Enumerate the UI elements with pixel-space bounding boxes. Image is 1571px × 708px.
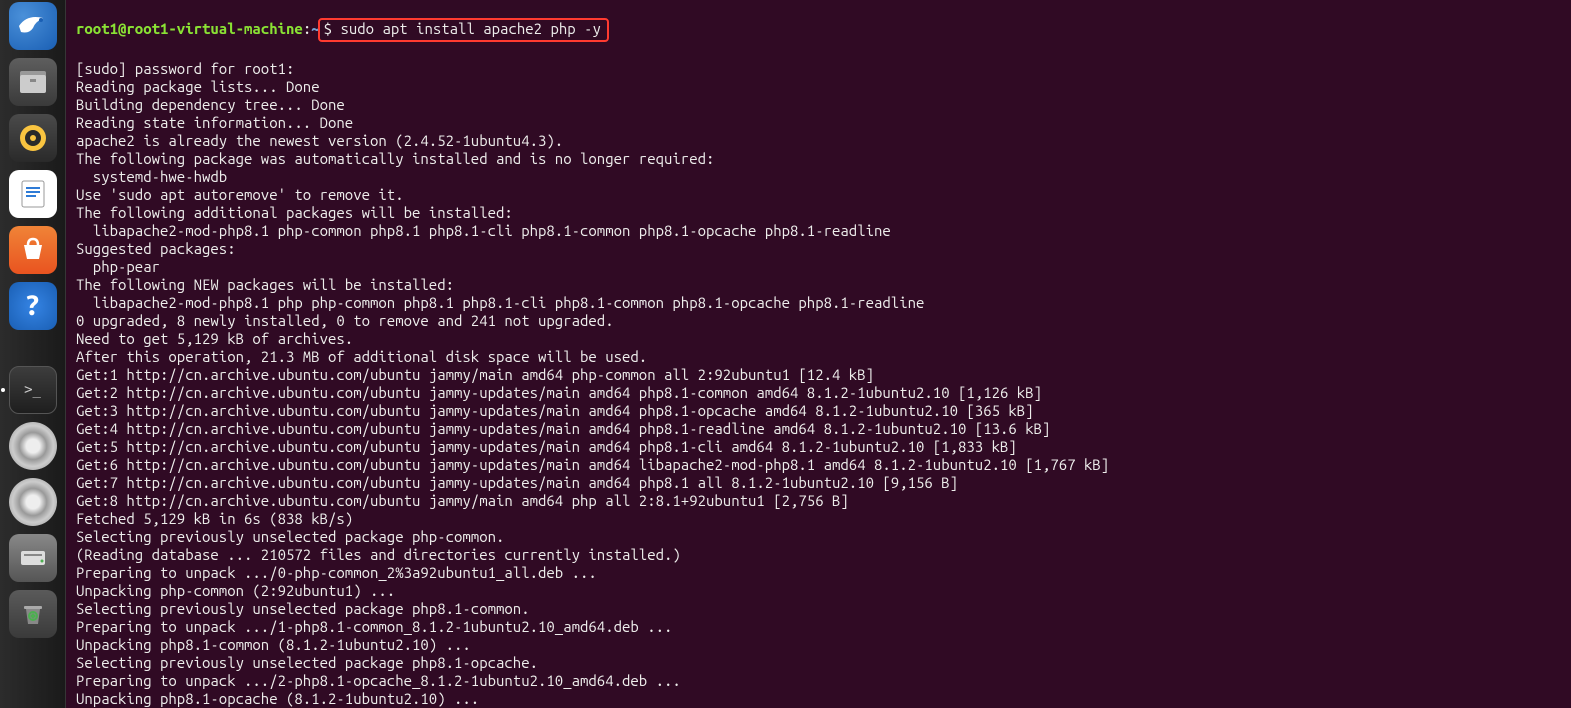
output-line: Get:4 http://cn.archive.ubuntu.com/ubunt… — [76, 420, 1571, 438]
output-line: (Reading database ... 210572 files and d… — [76, 546, 1571, 564]
output-line: [sudo] password for root1: — [76, 60, 1571, 78]
output-line: Get:8 http://cn.archive.ubuntu.com/ubunt… — [76, 492, 1571, 510]
help-icon[interactable]: ? — [9, 282, 57, 330]
output-line: Selecting previously unselected package … — [76, 528, 1571, 546]
output-line: Get:3 http://cn.archive.ubuntu.com/ubunt… — [76, 402, 1571, 420]
prompt-symbol: $ — [324, 20, 332, 37]
output-line: The following NEW packages will be insta… — [76, 276, 1571, 294]
output-line: The following additional packages will b… — [76, 204, 1571, 222]
output-line: After this operation, 21.3 MB of additio… — [76, 348, 1571, 366]
ubuntu-launcher: ? >_ — [0, 0, 66, 708]
terminal-launcher-icon[interactable]: >_ — [9, 366, 57, 414]
output-line: Need to get 5,129 kB of archives. — [76, 330, 1571, 348]
output-line: Preparing to unpack .../0-php-common_2%3… — [76, 564, 1571, 582]
output-line: libapache2-mod-php8.1 php php-common php… — [76, 294, 1571, 312]
terminal-window[interactable]: root1@root1-virtual-machine:~$ sudo apt … — [66, 0, 1571, 708]
files-icon[interactable] — [9, 58, 57, 106]
output-line: Selecting previously unselected package … — [76, 654, 1571, 672]
command-text: sudo apt install apache2 php -y — [340, 20, 600, 37]
output-line: Get:1 http://cn.archive.ubuntu.com/ubunt… — [76, 366, 1571, 384]
thunderbird-icon[interactable] — [9, 2, 57, 50]
output-line: The following package was automatically … — [76, 150, 1571, 168]
ubuntu-software-icon[interactable] — [9, 226, 57, 274]
command-highlight-box: $ sudo apt install apache2 php -y — [318, 18, 609, 42]
output-line: Use 'sudo apt autoremove' to remove it. — [76, 186, 1571, 204]
output-line: Get:6 http://cn.archive.ubuntu.com/ubunt… — [76, 456, 1571, 474]
output-line: Get:5 http://cn.archive.ubuntu.com/ubunt… — [76, 438, 1571, 456]
output-line: Reading package lists... Done — [76, 78, 1571, 96]
output-line: systemd-hwe-hwdb — [76, 168, 1571, 186]
prompt-separator: : — [303, 20, 311, 37]
terminal-glyph-icon: >_ — [24, 381, 41, 399]
rhythmbox-icon[interactable] — [9, 114, 57, 162]
output-line: Fetched 5,129 kB in 6s (838 kB/s) — [76, 510, 1571, 528]
output-line: Unpacking php-common (2:92ubuntu1) ... — [76, 582, 1571, 600]
output-line: Reading state information... Done — [76, 114, 1571, 132]
output-line: php-pear — [76, 258, 1571, 276]
output-line: libapache2-mod-php8.1 php-common php8.1 … — [76, 222, 1571, 240]
prompt-line: root1@root1-virtual-machine:~$ sudo apt … — [76, 18, 1571, 42]
output-line: Preparing to unpack .../2-php8.1-opcache… — [76, 672, 1571, 690]
output-line: Preparing to unpack .../1-php8.1-common_… — [76, 618, 1571, 636]
disc2-icon[interactable] — [9, 478, 57, 526]
output-line: Suggested packages: — [76, 240, 1571, 258]
output-line: Get:2 http://cn.archive.ubuntu.com/ubunt… — [76, 384, 1571, 402]
output-line: Selecting previously unselected package … — [76, 600, 1571, 618]
output-line: Get:7 http://cn.archive.ubuntu.com/ubunt… — [76, 474, 1571, 492]
question-mark-icon: ? — [25, 297, 41, 315]
trash-icon[interactable] — [9, 590, 57, 638]
drive-icon[interactable] — [9, 534, 57, 582]
output-line: Unpacking php8.1-opcache (8.1.2-1ubuntu2… — [76, 690, 1571, 708]
terminal-output: [sudo] password for root1:Reading packag… — [76, 60, 1571, 708]
output-line: Unpacking php8.1-common (8.1.2-1ubuntu2.… — [76, 636, 1571, 654]
output-line: Building dependency tree... Done — [76, 96, 1571, 114]
output-line: 0 upgraded, 8 newly installed, 0 to remo… — [76, 312, 1571, 330]
libreoffice-writer-icon[interactable] — [9, 170, 57, 218]
disc1-icon[interactable] — [9, 422, 57, 470]
prompt-user-host: root1@root1-virtual-machine — [76, 20, 303, 37]
output-line: apache2 is already the newest version (2… — [76, 132, 1571, 150]
